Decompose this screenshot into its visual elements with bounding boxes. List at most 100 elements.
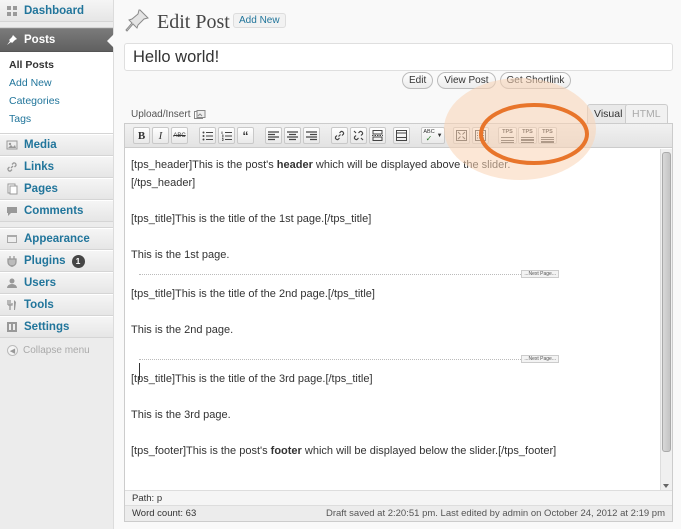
menu-plugins-label: Plugins <box>24 255 66 267</box>
link-icon <box>5 160 19 174</box>
tab-visual[interactable]: Visual <box>587 104 630 124</box>
page-title: Edit Post <box>157 11 230 33</box>
toggle-toolbar-icon[interactable] <box>393 127 410 144</box>
menu-tools[interactable]: Tools <box>0 294 113 316</box>
editor-status-bar: Word count: 63 Draft saved at 2:20:51 pm… <box>125 505 672 521</box>
content-paragraph: [tps_title]This is the title of the 1st … <box>131 213 372 225</box>
collapse-menu-button[interactable]: ◀ Collapse menu <box>0 338 113 356</box>
submenu-tags[interactable]: Tags <box>0 110 113 128</box>
media-icon <box>5 138 19 152</box>
menu-users-label: Users <box>24 277 56 289</box>
align-left-icon[interactable] <box>265 127 282 144</box>
tab-html[interactable]: HTML <box>625 104 668 124</box>
menu-posts[interactable]: Posts <box>0 28 114 52</box>
upload-insert-label: Upload/Insert <box>131 109 191 120</box>
next-page-label: ...Next Page... <box>521 355 559 363</box>
submenu-add-new[interactable]: Add New <box>0 74 113 92</box>
content-paragraph: [tps_footer]This is the post's footer wh… <box>131 445 557 457</box>
numbered-list-icon[interactable] <box>218 127 235 144</box>
tps-footer-icon[interactable]: TPS <box>538 127 557 144</box>
tps-header-icon[interactable]: TPS <box>498 127 517 144</box>
get-shortlink-button[interactable]: Get Shortlink <box>499 72 572 89</box>
content-paragraph: [tps_header]This is the post's header wh… <box>131 159 511 171</box>
draft-status: Draft saved at 2:20:51 pm. Last edited b… <box>325 508 665 519</box>
post-title-input[interactable] <box>124 43 673 71</box>
kitchen-sink-icon[interactable] <box>472 127 489 144</box>
menu-dashboard-label: Dashboard <box>24 4 85 17</box>
pushpin-icon <box>125 9 149 32</box>
menu-pages-label: Pages <box>24 183 58 195</box>
plugins-icon <box>5 254 19 268</box>
menu-media-label: Media <box>24 139 57 151</box>
settings-icon <box>5 320 19 334</box>
content-paragraph: [/tps_header] <box>131 177 196 189</box>
align-center-icon[interactable] <box>284 127 301 144</box>
content-paragraph: This is the 1st page. <box>131 249 230 261</box>
menu-tools-label: Tools <box>24 299 54 311</box>
content-paragraph: This is the 2nd page. <box>131 324 234 336</box>
strikethrough-icon[interactable]: ABC <box>171 127 188 144</box>
editor-content[interactable]: [tps_header]This is the post's header wh… <box>125 149 660 490</box>
chevron-down-icon: ▼ <box>436 132 443 139</box>
scroll-thumb[interactable] <box>662 152 671 452</box>
content-paragraph: [tps_title]This is the title of the 3rd … <box>131 373 373 385</box>
tps-title-icon[interactable]: TPS <box>518 127 537 144</box>
menu-posts-label: Posts <box>24 34 56 46</box>
menu-links[interactable]: Links <box>0 156 113 178</box>
next-page-break: ...Next Page... <box>139 355 559 363</box>
link-icon[interactable] <box>331 127 348 144</box>
text-caret <box>139 363 140 380</box>
menu-appearance-label: Appearance <box>24 233 90 245</box>
pushpin-icon <box>5 33 19 47</box>
appearance-icon <box>5 232 19 246</box>
menu-settings-label: Settings <box>24 321 70 333</box>
menu-comments[interactable]: Comments <box>0 200 113 222</box>
tps-title-label: TPS <box>522 129 533 135</box>
add-media-icon[interactable] <box>194 109 206 120</box>
dashboard-icon <box>5 4 19 18</box>
unlink-icon[interactable] <box>350 127 367 144</box>
word-count: Word count: 63 <box>132 508 197 519</box>
menu-settings[interactable]: Settings <box>0 316 113 338</box>
italic-icon[interactable]: I <box>152 127 169 144</box>
next-page-break: ...Next Page... <box>139 270 559 278</box>
menu-comments-label: Comments <box>24 205 84 217</box>
editor-toolbar: B I ABC “ ABC ✓ ▼ TPS TPS TPS <box>125 124 672 148</box>
path-value[interactable]: p <box>157 493 162 504</box>
element-path-bar: Path: p <box>125 490 672 505</box>
scroll-down-arrow-icon[interactable] <box>663 484 669 488</box>
align-right-icon[interactable] <box>303 127 320 144</box>
upload-insert: Upload/Insert <box>131 109 206 120</box>
bullet-list-icon[interactable] <box>199 127 216 144</box>
edit-permalink-button[interactable]: Edit <box>402 72 434 89</box>
menu-media[interactable]: Media <box>0 134 113 156</box>
fullscreen-icon[interactable] <box>453 127 470 144</box>
view-post-button[interactable]: View Post <box>437 72 496 89</box>
submenu-categories[interactable]: Categories <box>0 92 113 110</box>
menu-links-label: Links <box>24 161 55 173</box>
posts-submenu: All Posts Add New Categories Tags <box>0 52 113 134</box>
spellcheck-icon[interactable]: ABC ✓ ▼ <box>421 127 445 144</box>
menu-users[interactable]: Users <box>0 272 113 294</box>
editor-scrollbar[interactable] <box>660 149 672 490</box>
menu-pages[interactable]: Pages <box>0 178 113 200</box>
admin-sidebar: Dashboard Posts All Posts Add New Catego… <box>0 0 114 529</box>
tools-icon <box>5 298 19 312</box>
blockquote-icon[interactable]: “ <box>237 127 254 144</box>
more-tag-icon[interactable] <box>369 127 386 144</box>
pages-icon <box>5 182 19 196</box>
bold-icon[interactable]: B <box>133 127 150 144</box>
menu-dashboard[interactable]: Dashboard <box>0 0 113 22</box>
post-editor: B I ABC “ ABC ✓ ▼ TPS TPS TPS [tps_heade… <box>124 123 673 522</box>
submenu-all-posts[interactable]: All Posts <box>0 56 113 74</box>
users-icon <box>5 276 19 290</box>
add-new-button[interactable]: Add New <box>233 13 286 28</box>
shortlink-actions: Edit View Post Get Shortlink <box>402 72 572 89</box>
collapse-menu-label: Collapse menu <box>23 345 90 356</box>
menu-plugins[interactable]: Plugins 1 <box>0 250 113 272</box>
content-paragraph: This is the 3rd page. <box>131 409 231 421</box>
menu-appearance[interactable]: Appearance <box>0 228 113 250</box>
plugins-update-badge: 1 <box>71 254 85 268</box>
tps-footer-label: TPS <box>542 129 553 135</box>
tps-header-label: TPS <box>502 129 513 135</box>
